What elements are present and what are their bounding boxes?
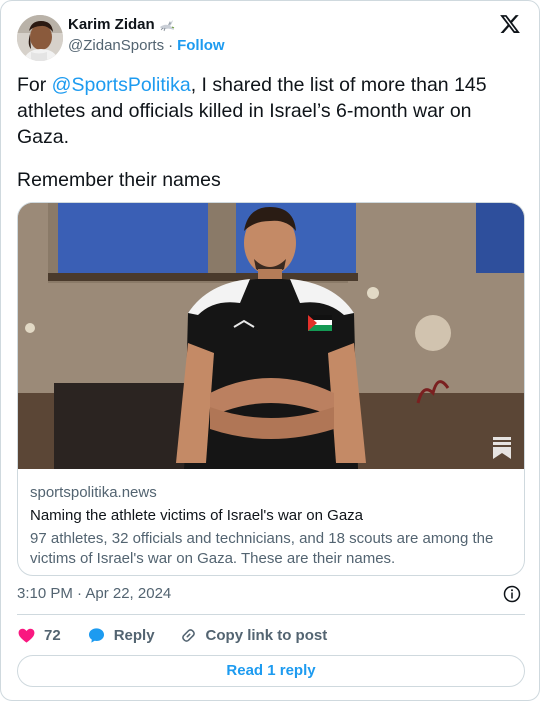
tweet-text-line2: Remember their names [17,169,221,191]
author-name-row: Karim Zidan [68,16,175,33]
avatar[interactable] [17,15,63,61]
info-icon[interactable] [503,585,521,603]
dove-emoji-icon [159,19,174,31]
author-handle[interactable]: @ZidanSports [68,37,164,54]
separator-dot: · [168,37,174,54]
link-icon [181,628,195,642]
handle-row: @ZidanSports · Follow [68,37,225,54]
post-timestamp[interactable]: 3:10 PM · Apr 22, 2024 [17,585,171,602]
read-reply-button[interactable]: Read 1 reply [17,655,525,687]
bookmark-icon [493,437,511,459]
reply-bubble-icon [88,627,104,643]
link-preview-image [18,203,524,469]
link-domain: sportspolitika.news [30,484,157,501]
copy-link-label: Copy link to post [205,626,328,644]
copy-link-button[interactable]: Copy link to post [179,626,328,645]
x-logo-icon[interactable] [499,13,521,35]
link-title: Naming the athlete victims of Israel's w… [30,507,364,524]
author-name[interactable]: Karim Zidan [68,16,155,33]
heart-icon [18,628,35,643]
link-preview-card[interactable]: sportspolitika.news Naming the athlete v… [17,202,525,576]
likes-count: 72 [44,626,61,644]
post-actions: 72 Reply Copy link to post [17,625,327,645]
mention-link[interactable]: @SportsPolitika [52,74,191,96]
reply-label: Reply [113,626,155,644]
follow-link[interactable]: Follow [177,37,225,54]
tweet-text: For @SportsPolitika, I shared the list o… [17,72,517,150]
tweet-text-prefix: For [17,74,52,96]
like-button[interactable]: 72 [17,626,61,645]
link-description: 97 athletes, 32 officials and technician… [30,530,494,567]
divider [17,614,525,615]
reply-button[interactable]: Reply [87,626,155,645]
link-meta: sportspolitika.news Naming the athlete v… [30,483,514,569]
embedded-post-card: Karim Zidan @ZidanSports · Follow For @S… [0,0,540,701]
